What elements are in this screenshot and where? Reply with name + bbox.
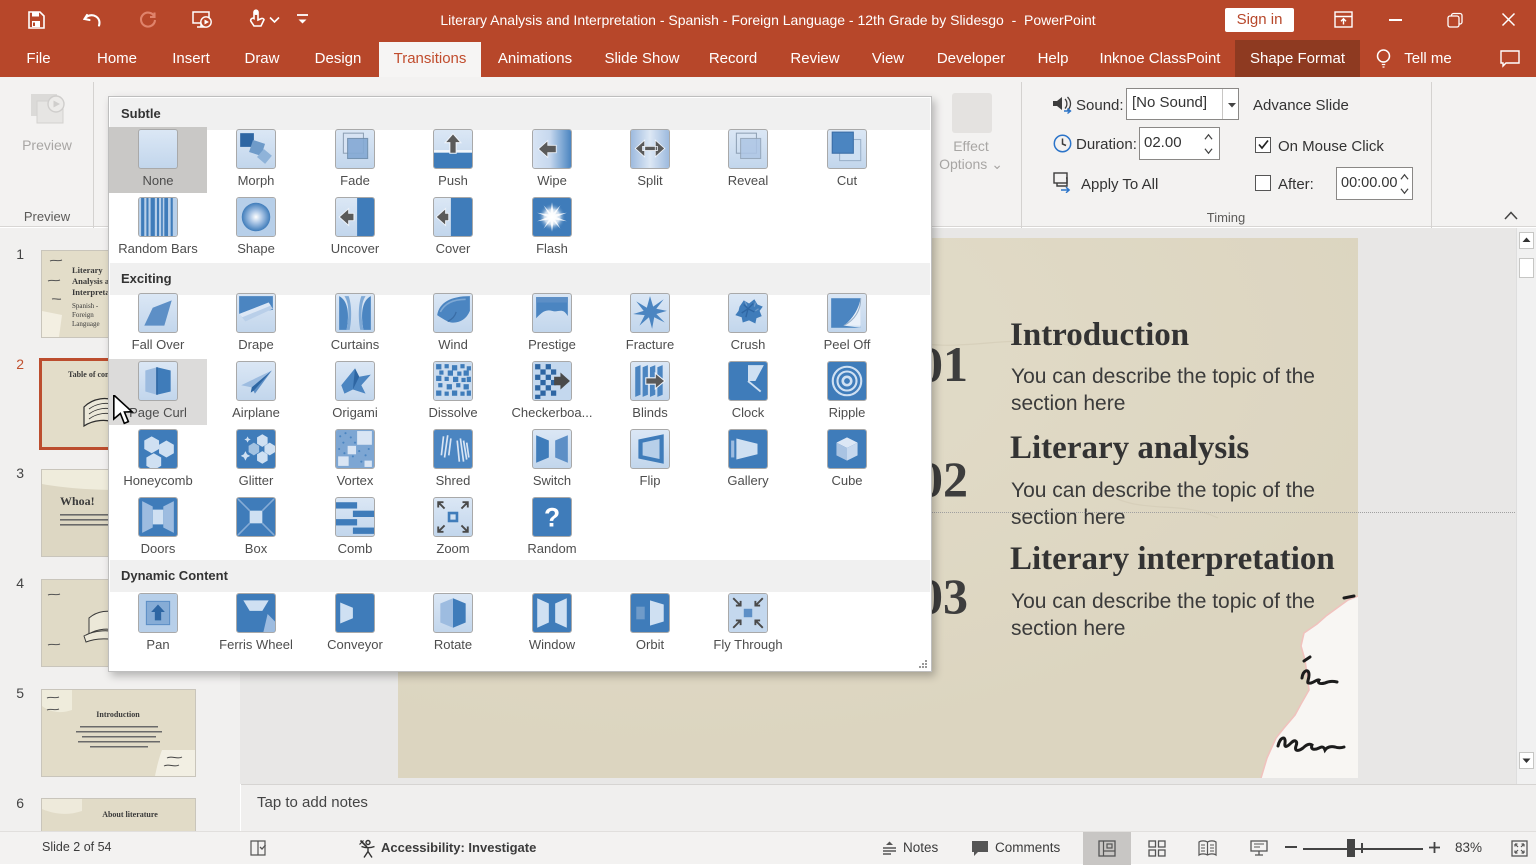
svg-text:Introduction: Introduction — [96, 710, 140, 719]
svg-text:About literature: About literature — [102, 810, 158, 819]
svg-text:?: ? — [544, 503, 560, 533]
svg-text:Spanish -: Spanish - — [72, 302, 99, 310]
svg-text:Whoa!: Whoa! — [60, 494, 95, 508]
svg-text:Literary: Literary — [72, 265, 103, 275]
svg-text:Foreign: Foreign — [72, 311, 94, 319]
svg-text:Language: Language — [72, 320, 100, 328]
